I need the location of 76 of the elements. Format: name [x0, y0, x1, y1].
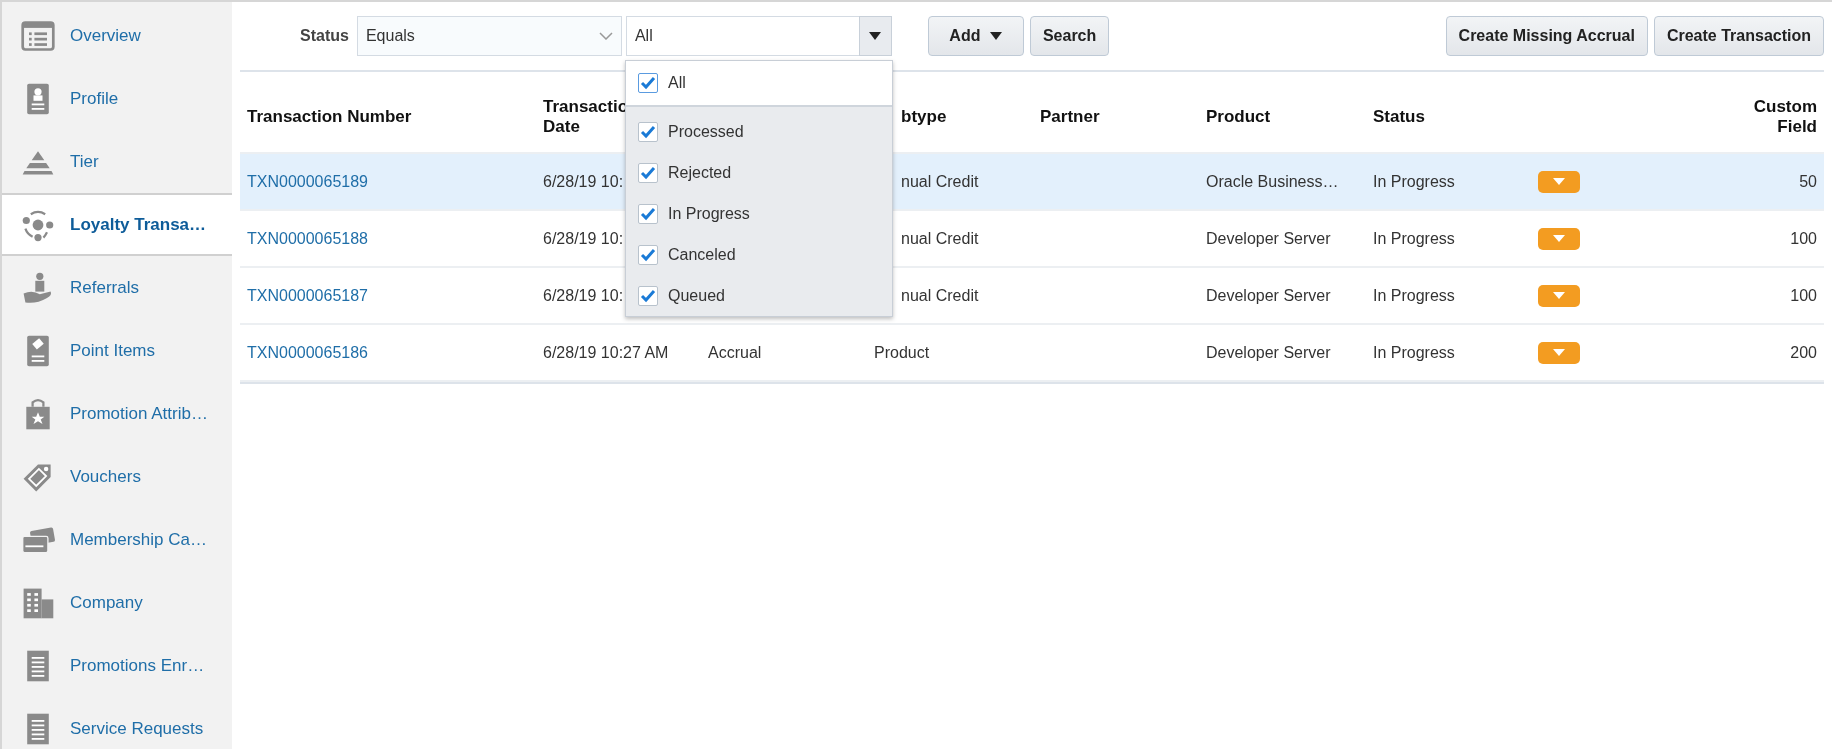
table-cell: In Progress: [1373, 172, 1455, 190]
add-button[interactable]: Add: [927, 16, 1024, 56]
table-cell: 50: [1799, 172, 1817, 190]
table-cell: Product: [874, 343, 930, 361]
caret-icon: [1553, 178, 1565, 185]
sidebar-item[interactable]: Tier: [2, 130, 232, 193]
table-cell: 200: [1790, 343, 1817, 361]
column-header: Product: [1206, 107, 1271, 126]
status-value-field[interactable]: All: [625, 16, 859, 56]
sidebar-item[interactable]: Loyalty Transa…: [2, 193, 232, 256]
checkmark-icon: [640, 75, 656, 91]
checkbox[interactable]: [638, 244, 658, 265]
column-header: Status: [1373, 107, 1425, 126]
checkbox[interactable]: [638, 203, 658, 224]
sidebar-item[interactable]: Service Requests: [2, 697, 232, 749]
column-header: Transaction Number: [247, 107, 412, 126]
dropdown-option[interactable]: Queued: [626, 275, 892, 316]
action-button[interactable]: Create Missing Accrual: [1445, 16, 1648, 56]
transaction-link[interactable]: TXN0000065187: [247, 286, 368, 304]
chevron-down-icon: [598, 32, 613, 40]
table-cell: Accrual: [708, 343, 762, 361]
table-row[interactable]: TXN0000065186 6/28/19 10:27 AM Accrual Product Developer Server In Progress 200: [240, 325, 1824, 382]
search-button[interactable]: Search: [1029, 16, 1110, 56]
dropdown-option[interactable]: Rejected: [626, 152, 892, 193]
transaction-link[interactable]: TXN0000065186: [247, 343, 368, 361]
sidebar-item[interactable]: Referrals: [2, 256, 232, 319]
transaction-link[interactable]: TXN0000065188: [247, 229, 368, 247]
table-cell: nual Credit: [901, 172, 979, 190]
table-cell: 100: [1790, 286, 1817, 304]
checkmark-icon: [640, 205, 656, 222]
table-cell: 100: [1790, 229, 1817, 247]
table-cell: 6/28/19 10:: [543, 286, 624, 304]
sidebar-item[interactable]: Company: [2, 571, 232, 634]
table-cell: 6/28/19 10:: [543, 229, 624, 247]
table-cell: In Progress: [1373, 343, 1455, 361]
caret-icon: [1553, 235, 1565, 242]
checkbox[interactable]: [638, 162, 658, 183]
checkmark-icon: [640, 246, 656, 263]
column-header: btype: [901, 107, 947, 126]
caret-icon: [990, 32, 1003, 40]
sidebar-item[interactable]: Vouchers: [2, 445, 232, 508]
sidebar-item[interactable]: Overview: [2, 4, 232, 67]
sidebar-item[interactable]: Profile: [2, 67, 232, 130]
dropdown-option[interactable]: Processed: [626, 111, 892, 152]
caret-icon: [1553, 349, 1565, 356]
sidebar-item[interactable]: Membership Ca…: [2, 508, 232, 571]
sidebar-item[interactable]: Promotions Enr…: [2, 634, 232, 697]
table-cell: In Progress: [1373, 229, 1455, 247]
select-all-option[interactable]: All: [626, 61, 892, 107]
checkbox[interactable]: [638, 73, 658, 93]
caret-icon: [869, 32, 882, 40]
table-cell: In Progress: [1373, 286, 1455, 304]
dropdown-button[interactable]: [858, 16, 892, 56]
column-header: Custom Field: [1753, 96, 1817, 136]
checkmark-icon: [640, 287, 656, 304]
table-cell: 6/28/19 10:: [543, 172, 624, 190]
checkmark-icon: [640, 164, 656, 181]
table-cell: Developer Server: [1206, 229, 1331, 247]
table-cell: nual Credit: [901, 229, 979, 247]
table-cell: nual Credit: [901, 286, 979, 304]
checkbox[interactable]: [638, 285, 658, 306]
sidebar-item[interactable]: Promotion Attrib…: [2, 382, 232, 445]
table-cell: Developer Server: [1206, 343, 1331, 361]
sidebar-item[interactable]: Point Items: [2, 319, 232, 382]
table-cell: 6/28/19 10:27 AM: [543, 343, 669, 361]
action-button[interactable]: Create Transaction: [1653, 16, 1824, 56]
table-cell: Oracle Business…: [1206, 172, 1339, 190]
column-header: Transactio Date: [543, 97, 629, 136]
checkbox[interactable]: [638, 121, 658, 142]
checkmark-icon: [640, 123, 656, 140]
column-header: Partner: [1040, 107, 1100, 126]
status-label: Status: [300, 27, 349, 45]
operator-select[interactable]: Equals: [356, 16, 622, 56]
table-cell: Developer Server: [1206, 286, 1331, 304]
caret-icon: [1553, 292, 1565, 299]
transaction-link[interactable]: TXN0000065189: [247, 172, 368, 190]
